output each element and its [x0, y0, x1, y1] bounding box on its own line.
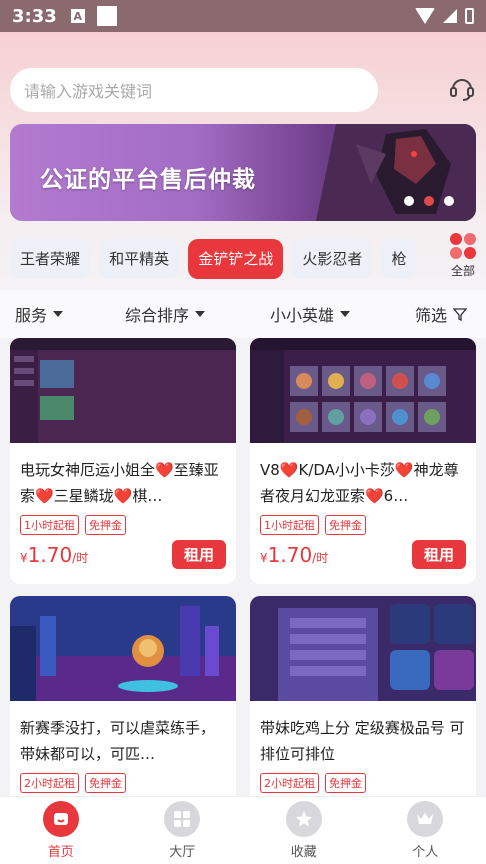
grid-icon: [164, 801, 201, 837]
listing-card[interactable]: V8❤️K/DA小小卡莎❤️神龙尊者夜月幻龙亚索❤️6… 1小时起租 免押金 ¥…: [250, 338, 476, 584]
tag-min-hours: 2小时起租: [20, 773, 79, 793]
listing-title: 新赛季没打，可以虐菜练手，带妹都可以，可匹…: [20, 719, 216, 763]
banner-hero-image: [316, 124, 476, 221]
a-icon: A: [70, 9, 85, 23]
banner-text: 公证的平台售后仲裁: [40, 167, 256, 193]
status-time: 3:33: [12, 5, 57, 27]
home-icon: [42, 801, 79, 837]
listing-thumbnail: [250, 596, 476, 701]
nav-home-label: 首页: [47, 845, 74, 860]
listing-thumbnail: [10, 338, 236, 443]
all-label: 全部: [450, 264, 475, 278]
tab-heping[interactable]: 和平精英: [99, 239, 180, 279]
listing-title: V8❤️K/DA小小卡莎❤️神龙尊者夜月幻龙亚索❤️6…: [260, 461, 459, 505]
listing-price: ¥1.70/时: [20, 542, 89, 567]
nav-hall-label: 大厅: [169, 845, 196, 860]
nav-favorites[interactable]: 收藏: [243, 797, 365, 864]
tag-min-hours: 1小时起租: [260, 515, 319, 535]
chevron-down-icon: [53, 311, 64, 317]
nav-profile[interactable]: 个人: [365, 797, 486, 864]
filter-label: 筛选: [415, 306, 448, 325]
chevron-down-icon: [195, 311, 206, 317]
notification-icon: [96, 6, 117, 26]
listing-title: 电玩女神厄运小姐全❤️至臻亚索❤️三星鳞珑❤️棋…: [20, 461, 219, 505]
nav-profile-label: 个人: [412, 845, 439, 860]
filter-hero-label: 小小英雄: [270, 306, 335, 325]
filter-sort-label: 综合排序: [125, 306, 190, 325]
tag-min-hours: 2小时起租: [260, 773, 319, 793]
filter-service[interactable]: 服务: [15, 302, 64, 326]
customer-service-icon[interactable]: [448, 74, 476, 102]
status-bar: 3:33 A: [0, 0, 486, 32]
search-placeholder: 请输入游戏关键词: [24, 82, 153, 101]
funnel-icon: [453, 308, 468, 321]
all-games-button[interactable]: 全部: [448, 232, 478, 279]
filter-sort[interactable]: 综合排序: [125, 302, 206, 326]
tag-min-hours: 1小时起租: [20, 515, 79, 535]
nav-favorites-label: 收藏: [290, 845, 317, 860]
banner-pager: [404, 196, 454, 206]
filter-service-label: 服务: [15, 306, 48, 325]
search-input[interactable]: 请输入游戏关键词: [10, 68, 378, 112]
tag-no-deposit: 免押金: [325, 515, 366, 535]
game-tabs: 王者荣耀 和平精英 金铲铲之战 火影忍者 枪: [10, 239, 436, 279]
tab-huoying[interactable]: 火影忍者: [292, 239, 373, 279]
filter-bar: 服务 综合排序 小小英雄 筛选: [0, 290, 486, 338]
chevron-down-icon: [340, 311, 351, 317]
bottom-nav: 首页 大厅 收藏 个人: [0, 796, 486, 864]
nav-hall[interactable]: 大厅: [122, 797, 244, 864]
pager-dot-active: [424, 196, 434, 206]
tab-wangzhe[interactable]: 王者荣耀: [10, 239, 91, 279]
listing-card[interactable]: 电玩女神厄运小姐全❤️至臻亚索❤️三星鳞珑❤️棋… 1小时起租 免押金 ¥1.7…: [10, 338, 236, 584]
filter-hero[interactable]: 小小英雄: [270, 302, 351, 326]
tag-no-deposit: 免押金: [85, 773, 126, 793]
tab-jinchanchan[interactable]: 金铲铲之战: [188, 239, 284, 279]
listing-price: ¥1.70/时: [260, 542, 329, 567]
nav-home[interactable]: 首页: [0, 797, 122, 864]
tag-no-deposit: 免押金: [325, 773, 366, 793]
listing-title: 带妹吃鸡上分 定级赛极品号 可排位可排位: [260, 719, 465, 763]
pager-dot: [404, 196, 414, 206]
star-icon: [285, 801, 322, 837]
promo-banner[interactable]: 公证的平台售后仲裁: [10, 124, 476, 221]
filter-button[interactable]: 筛选: [415, 302, 468, 326]
tag-no-deposit: 免押金: [85, 515, 126, 535]
battery-icon: [465, 8, 474, 24]
wifi-icon: [415, 8, 435, 24]
crown-icon: [407, 801, 444, 837]
flower-icon: [449, 232, 477, 260]
rent-button[interactable]: 租用: [171, 540, 226, 569]
signal-icon: [443, 9, 457, 23]
listing-thumbnail: [250, 338, 476, 443]
tab-qiang[interactable]: 枪: [381, 239, 417, 279]
pager-dot: [444, 196, 454, 206]
listing-thumbnail: [10, 596, 236, 701]
rent-button[interactable]: 租用: [411, 540, 466, 569]
